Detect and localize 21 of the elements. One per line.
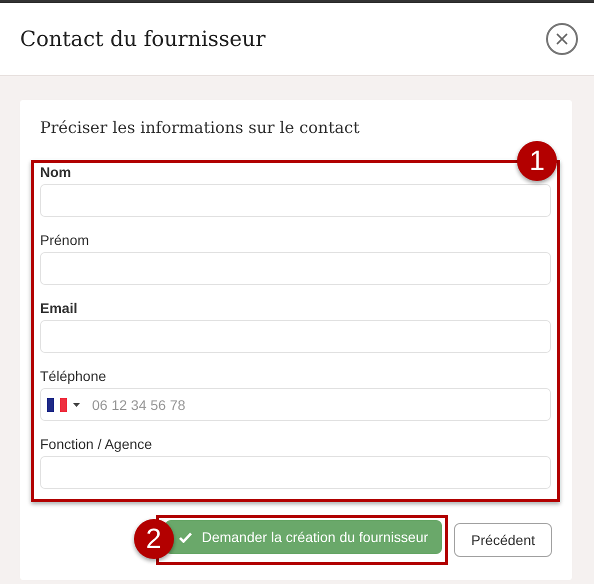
phone-field[interactable]: 06 12 34 56 78 — [40, 388, 551, 421]
input-field[interactable] — [40, 456, 551, 489]
close-button[interactable] — [546, 23, 578, 55]
dialog-title: Contact du fournisseur — [20, 27, 266, 51]
input-field[interactable] — [40, 252, 551, 285]
country-selector[interactable] — [47, 398, 80, 412]
field-label: Prénom — [40, 231, 90, 250]
step-badge: 1 — [517, 141, 557, 181]
flag-icon — [47, 398, 67, 412]
input-field[interactable] — [40, 184, 551, 217]
field-label: Email — [40, 299, 78, 318]
field-label: Fonction / Agence — [40, 435, 154, 454]
step-badge: 2 — [134, 519, 174, 559]
field-label: Nom — [40, 163, 72, 182]
section-heading: Préciser les informations sur le contact — [40, 118, 361, 137]
check-icon — [178, 532, 192, 542]
input-field[interactable] — [40, 320, 551, 353]
back-button[interactable]: Précédent — [454, 523, 552, 557]
caret-icon — [73, 402, 80, 406]
close-icon — [556, 33, 568, 45]
field-label: Téléphone — [40, 367, 108, 386]
